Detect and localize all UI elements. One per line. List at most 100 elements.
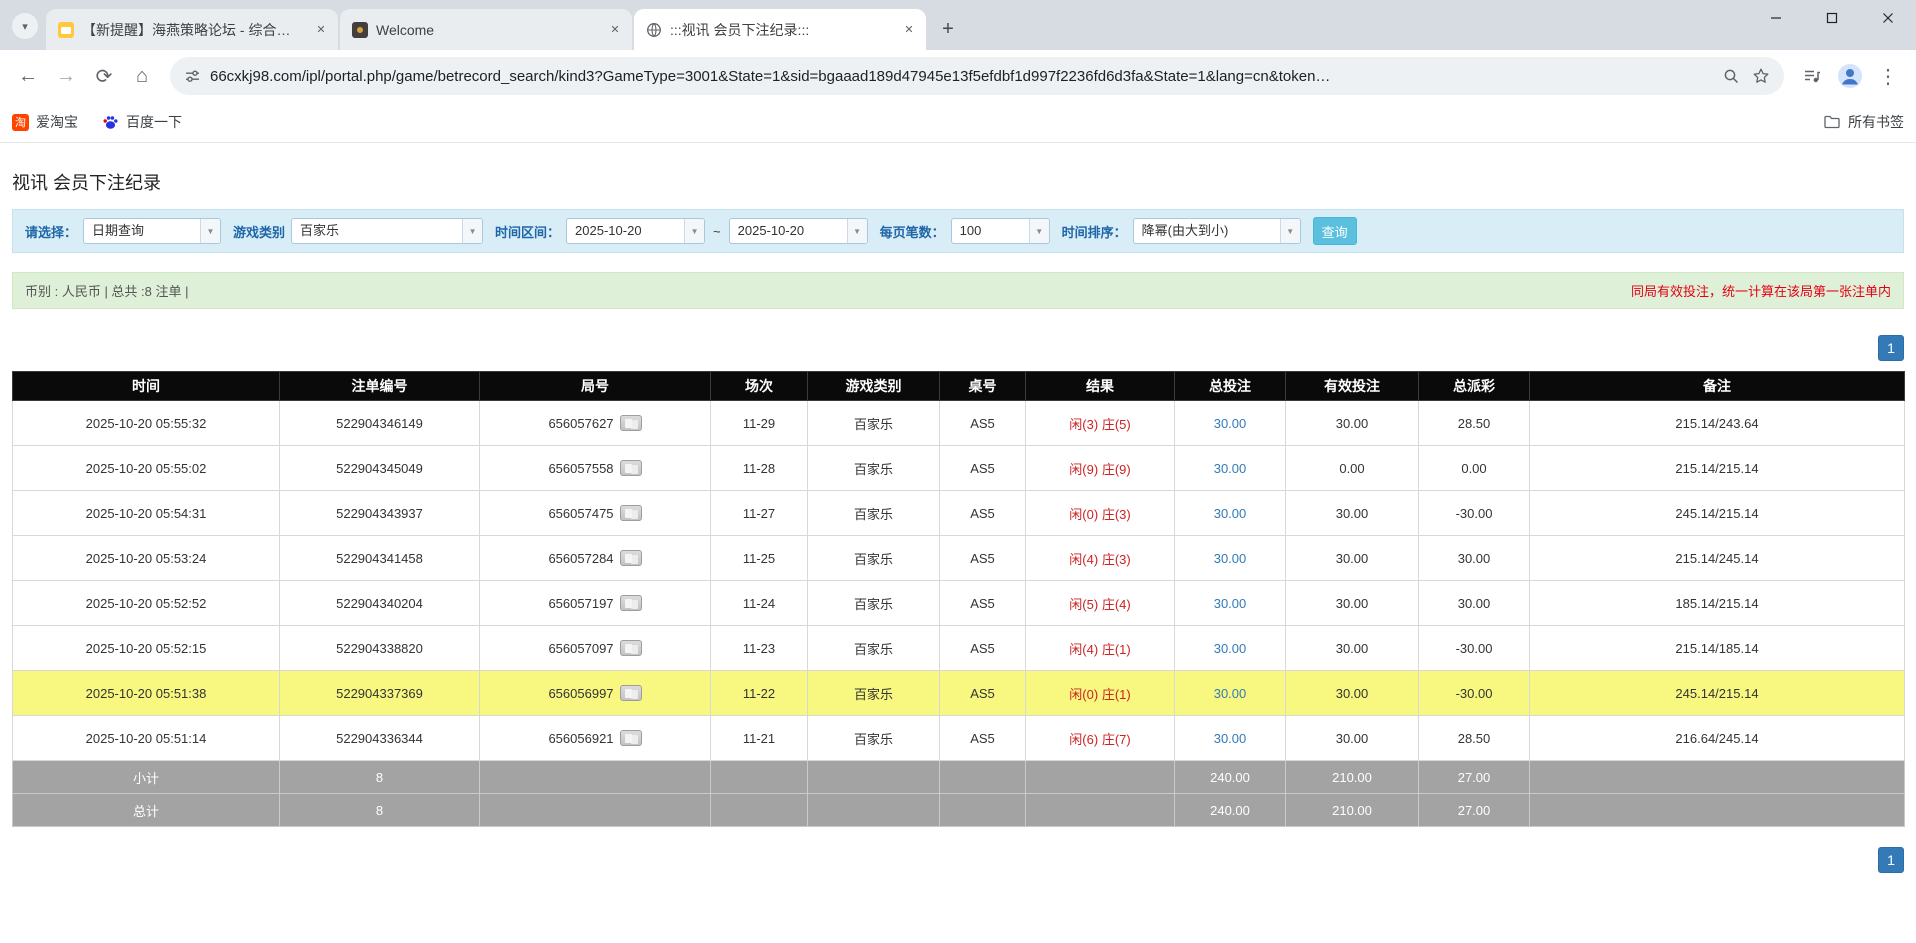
round-video-icon[interactable] — [620, 505, 642, 521]
cell-round: 656056921 — [480, 716, 711, 761]
cell-game-type: 百家乐 — [808, 446, 940, 491]
table-row: 2025-10-20 05:53:24 522904341458 6560572… — [13, 536, 1905, 581]
globe-favicon-icon — [646, 22, 662, 38]
url-text[interactable]: 66cxkj98.com/ipl/portal.php/game/betreco… — [210, 68, 1716, 85]
cell-remark: 215.14/245.14 — [1530, 536, 1905, 581]
dropdown-arrow-icon[interactable]: ▼ — [1280, 219, 1300, 243]
search-button[interactable]: 查询 — [1313, 217, 1357, 245]
new-tab-button[interactable]: + — [934, 15, 962, 43]
cell-bet-id: 522904336344 — [280, 716, 480, 761]
maximize-button[interactable] — [1804, 0, 1860, 35]
round-number: 656056997 — [548, 686, 613, 701]
subtotal-payout: 27.00 — [1419, 761, 1530, 794]
round-video-icon[interactable] — [620, 415, 642, 431]
cell-payout: 30.00 — [1419, 536, 1530, 581]
cell-valid-bet: 30.00 — [1286, 716, 1419, 761]
minimize-button[interactable] — [1748, 0, 1804, 35]
result-player: 闲(0) — [1069, 687, 1098, 702]
forward-icon[interactable]: → — [48, 58, 84, 94]
round-video-icon[interactable] — [620, 460, 642, 476]
cell-table-no: AS5 — [940, 581, 1026, 626]
total-bet-link[interactable]: 30.00 — [1214, 416, 1247, 431]
total-bet-link[interactable]: 30.00 — [1214, 731, 1247, 746]
cell-result: 闲(5) 庄(4) — [1026, 581, 1175, 626]
cell-session: 11-21 — [711, 716, 808, 761]
round-video-icon[interactable] — [620, 685, 642, 701]
table-row: 2025-10-20 05:51:38 522904337369 6560569… — [13, 671, 1905, 716]
total-bet-link[interactable]: 30.00 — [1214, 641, 1247, 656]
back-icon[interactable]: ← — [10, 58, 46, 94]
cell-total-bet: 30.00 — [1175, 446, 1286, 491]
taobao-icon: 淘 — [12, 114, 29, 131]
cell-time: 2025-10-20 05:55:32 — [13, 401, 280, 446]
subtotal-label: 小计 — [13, 761, 280, 794]
result-player: 闲(0) — [1069, 507, 1098, 522]
result-player: 闲(5) — [1069, 597, 1098, 612]
close-tab-icon[interactable]: ✕ — [606, 21, 624, 39]
total-bet-link[interactable]: 30.00 — [1214, 461, 1247, 476]
tab-search-button[interactable]: ▾ — [12, 13, 38, 39]
round-video-icon[interactable] — [620, 550, 642, 566]
total-bet-link[interactable]: 30.00 — [1214, 596, 1247, 611]
date-to-value: 2025-10-20 — [730, 219, 847, 243]
cell-round: 656056997 — [480, 671, 711, 716]
col-header-time: 时间 — [13, 372, 280, 401]
address-bar[interactable]: 66cxkj98.com/ipl/portal.php/game/betreco… — [170, 57, 1784, 95]
menu-kebab-icon[interactable]: ⋮ — [1870, 58, 1906, 94]
bookmark-star-icon[interactable] — [1746, 61, 1776, 91]
total-bet-link[interactable]: 30.00 — [1214, 686, 1247, 701]
result-banker: 庄(3) — [1102, 552, 1131, 567]
cell-remark: 215.14/185.14 — [1530, 626, 1905, 671]
round-video-icon[interactable] — [620, 640, 642, 656]
filter-bar: 请选择： 日期查询 ▼ 游戏类别 百家乐 ▼ 时间区间： 2025-10-20 … — [12, 209, 1904, 253]
zoom-icon[interactable] — [1716, 61, 1746, 91]
pagination-top: 1 — [12, 335, 1904, 361]
total-total-bet: 240.00 — [1175, 794, 1286, 827]
refresh-icon[interactable]: ⟳ — [86, 58, 122, 94]
cell-session: 11-22 — [711, 671, 808, 716]
cell-session: 11-23 — [711, 626, 808, 671]
query-mode-select[interactable]: 日期查询 ▼ — [83, 218, 221, 244]
cell-total-bet: 30.00 — [1175, 491, 1286, 536]
browser-tab-betrecord[interactable]: :::视讯 会员下注纪录::: ✕ — [634, 9, 926, 50]
sort-order-select[interactable]: 降幂(由大到小) ▼ — [1133, 218, 1301, 244]
profile-avatar[interactable] — [1832, 58, 1868, 94]
cell-payout: -30.00 — [1419, 671, 1530, 716]
media-controls-icon[interactable] — [1794, 58, 1830, 94]
close-window-button[interactable] — [1860, 0, 1916, 35]
date-from-select[interactable]: 2025-10-20 ▼ — [566, 218, 705, 244]
bookmark-baidu[interactable]: 百度一下 — [102, 112, 182, 132]
home-icon[interactable]: ⌂ — [124, 58, 160, 94]
game-type-select[interactable]: 百家乐 ▼ — [291, 218, 483, 244]
total-bet-link[interactable]: 30.00 — [1214, 506, 1247, 521]
page-size-select[interactable]: 100 ▼ — [951, 218, 1050, 244]
close-tab-icon[interactable]: ✕ — [900, 21, 918, 39]
browser-tab-forum[interactable]: 【新提醒】海燕策略论坛 - 综合… ✕ — [46, 9, 338, 50]
forum-favicon-icon — [58, 22, 74, 38]
round-video-icon[interactable] — [620, 595, 642, 611]
round-number: 656057197 — [548, 596, 613, 611]
total-bet-link[interactable]: 30.00 — [1214, 551, 1247, 566]
page-1-button[interactable]: 1 — [1878, 335, 1904, 361]
cell-payout: -30.00 — [1419, 491, 1530, 536]
dropdown-arrow-icon[interactable]: ▼ — [200, 219, 220, 243]
dropdown-arrow-icon[interactable]: ▼ — [847, 219, 867, 243]
select-mode-label: 请选择： — [25, 222, 77, 241]
cell-payout: 30.00 — [1419, 581, 1530, 626]
result-player: 闲(9) — [1069, 462, 1098, 477]
sort-order-value: 降幂(由大到小) — [1134, 219, 1280, 243]
browser-tab-welcome[interactable]: Welcome ✕ — [340, 9, 632, 50]
close-tab-icon[interactable]: ✕ — [312, 21, 330, 39]
site-settings-icon[interactable] — [184, 68, 201, 85]
dropdown-arrow-icon[interactable]: ▼ — [684, 219, 704, 243]
date-to-select[interactable]: 2025-10-20 ▼ — [729, 218, 868, 244]
bookmark-taobao[interactable]: 淘 爱淘宝 — [12, 112, 78, 132]
summary-bar: 币别 : 人民币 | 总共 :8 注单 | 同局有效投注，统一计算在该局第一张注… — [12, 272, 1904, 309]
result-player: 闲(4) — [1069, 642, 1098, 657]
all-bookmarks[interactable]: 所有书签 — [1823, 112, 1904, 132]
round-video-icon[interactable] — [620, 730, 642, 746]
dropdown-arrow-icon[interactable]: ▼ — [1029, 219, 1049, 243]
dropdown-arrow-icon[interactable]: ▼ — [462, 219, 482, 243]
bet-records-table: 时间 注单编号 局号 场次 游戏类别 桌号 结果 总投注 有效投注 总派彩 备注… — [12, 371, 1905, 827]
page-1-button[interactable]: 1 — [1878, 847, 1904, 873]
